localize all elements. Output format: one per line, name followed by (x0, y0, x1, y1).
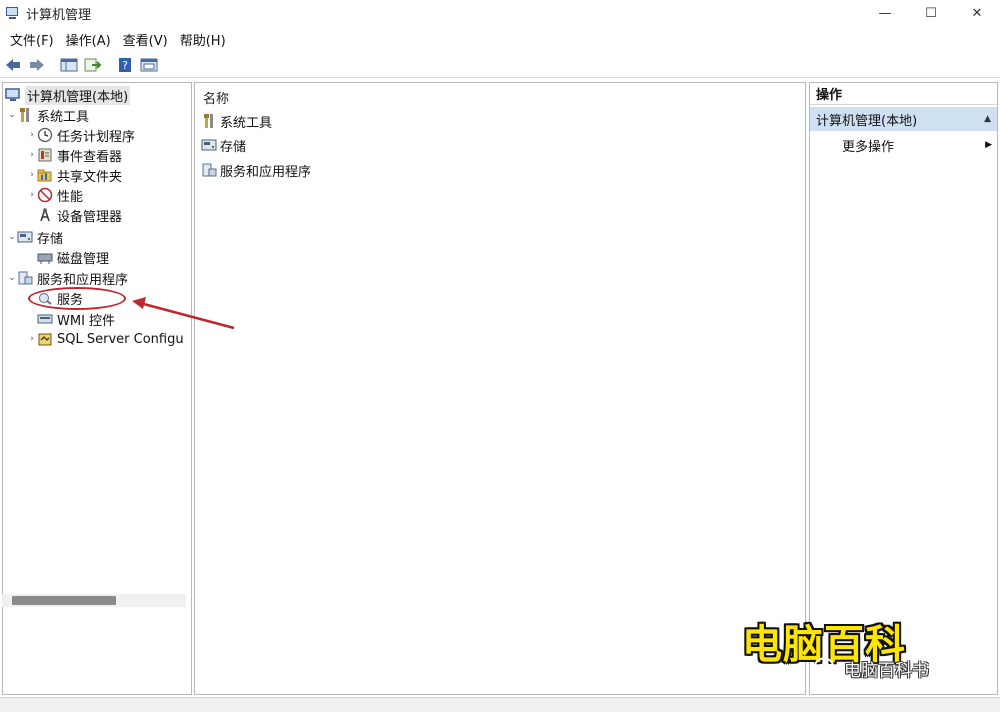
maximize-button[interactable]: ☐ (908, 0, 954, 26)
horizontal-scrollbar-thumb[interactable] (12, 596, 116, 605)
expand-icon[interactable]: › (27, 150, 37, 160)
help-icon[interactable]: ? (114, 55, 136, 75)
actions-section-label: 计算机管理(本地) (816, 113, 918, 129)
wmi-icon (37, 311, 53, 327)
collapse-up-icon[interactable]: ▲ (984, 114, 991, 124)
tree-item-sql-server-config[interactable]: › SQL Server Configu (27, 329, 183, 349)
storage-icon (17, 229, 33, 245)
properties-icon[interactable] (138, 55, 160, 75)
more-actions-label: 更多操作 (842, 139, 895, 155)
export-list-icon[interactable] (82, 55, 104, 75)
disk-icon (37, 249, 53, 265)
back-arrow-icon[interactable] (2, 55, 24, 75)
event-viewer-icon (37, 147, 53, 163)
tools-icon (17, 107, 33, 123)
menu-help[interactable]: 帮助(H) (174, 30, 232, 49)
list-item-services-and-apps[interactable]: 服务和应用程序 (201, 160, 311, 180)
list-item-label: 存储 (220, 139, 247, 155)
menu-action[interactable]: 操作(A) (60, 30, 117, 49)
tree-item-event-viewer[interactable]: › 事件查看器 (27, 145, 122, 165)
services-apps-icon (201, 162, 217, 178)
menu-bar: 文件(F) 操作(A) 查看(V) 帮助(H) (0, 28, 232, 50)
close-button[interactable]: ✕ (954, 0, 1000, 26)
annotation-arrow (132, 297, 235, 330)
tree-root[interactable]: 计算机管理(本地) (5, 85, 131, 105)
storage-icon (201, 137, 217, 153)
highlight-ellipse (28, 287, 126, 310)
computer-management-icon (6, 6, 20, 20)
list-item-label: 系统工具 (220, 115, 273, 131)
tree-item-system-tools[interactable]: ⌄ 系统工具 (7, 105, 89, 125)
status-bar (0, 697, 1000, 712)
wechat-logo-icon (814, 657, 840, 678)
actions-section-computer-management[interactable]: 计算机管理(本地) ▲ (810, 107, 997, 131)
tree-item-storage[interactable]: ⌄ 存储 (7, 227, 63, 247)
minimize-button[interactable]: — (862, 0, 908, 26)
forward-arrow-icon[interactable] (26, 55, 48, 75)
tools-icon (201, 113, 217, 129)
tree-item-task-scheduler[interactable]: › 任务计划程序 (27, 125, 135, 145)
tree-item-performance[interactable]: › 性能 (27, 185, 83, 205)
menu-view[interactable]: 查看(V) (117, 30, 174, 49)
sql-server-icon (37, 331, 53, 347)
device-manager-icon (37, 207, 53, 223)
expand-icon[interactable]: › (27, 334, 37, 344)
svg-text:?: ? (122, 59, 128, 72)
window-title: 计算机管理 (26, 7, 92, 23)
shared-folder-icon (37, 167, 53, 183)
menu-file[interactable]: 文件(F) (4, 30, 60, 49)
services-apps-icon (17, 270, 33, 286)
collapse-icon[interactable]: ⌄ (7, 232, 17, 242)
expand-icon[interactable]: › (27, 190, 37, 200)
collapse-icon[interactable]: ⌄ (7, 110, 17, 120)
tree-item-wmi-control[interactable]: WMI 控件 (27, 309, 115, 329)
tree-item-device-manager[interactable]: 设备管理器 (27, 205, 122, 225)
expand-icon[interactable]: › (27, 170, 37, 180)
tree-item-shared-folders[interactable]: › 共享文件夹 (27, 165, 122, 185)
name-column-header[interactable]: 名称 (203, 88, 229, 107)
list-item-storage[interactable]: 存储 (201, 135, 246, 155)
show-hide-tree-icon[interactable] (58, 55, 80, 75)
tree-item-disk-management[interactable]: 磁盘管理 (27, 247, 109, 267)
tree-item-services-and-apps[interactable]: ⌄ 服务和应用程序 (7, 268, 128, 288)
watermark-subtitle: 电脑百科书 (844, 661, 929, 681)
list-item-system-tools[interactable]: 系统工具 (201, 111, 272, 131)
content-pane[interactable]: 名称 系统工具 存储 服务和应用程序 (194, 82, 806, 695)
list-item-label: 服务和应用程序 (220, 164, 312, 180)
clock-icon (37, 127, 53, 143)
title-bar: 计算机管理 — ☐ ✕ (0, 0, 1000, 26)
actions-header: 操作 (810, 83, 997, 105)
submenu-arrow-icon: ▶ (985, 140, 992, 150)
actions-pane: 操作 计算机管理(本地) ▲ 更多操作 ▶ (809, 82, 998, 695)
expand-icon[interactable]: › (27, 130, 37, 140)
collapse-icon[interactable]: ⌄ (7, 273, 17, 283)
performance-icon (37, 187, 53, 203)
more-actions-item[interactable]: 更多操作 ▶ (842, 135, 992, 155)
computer-management-icon (5, 87, 21, 103)
toolbar: ? (0, 52, 1000, 78)
